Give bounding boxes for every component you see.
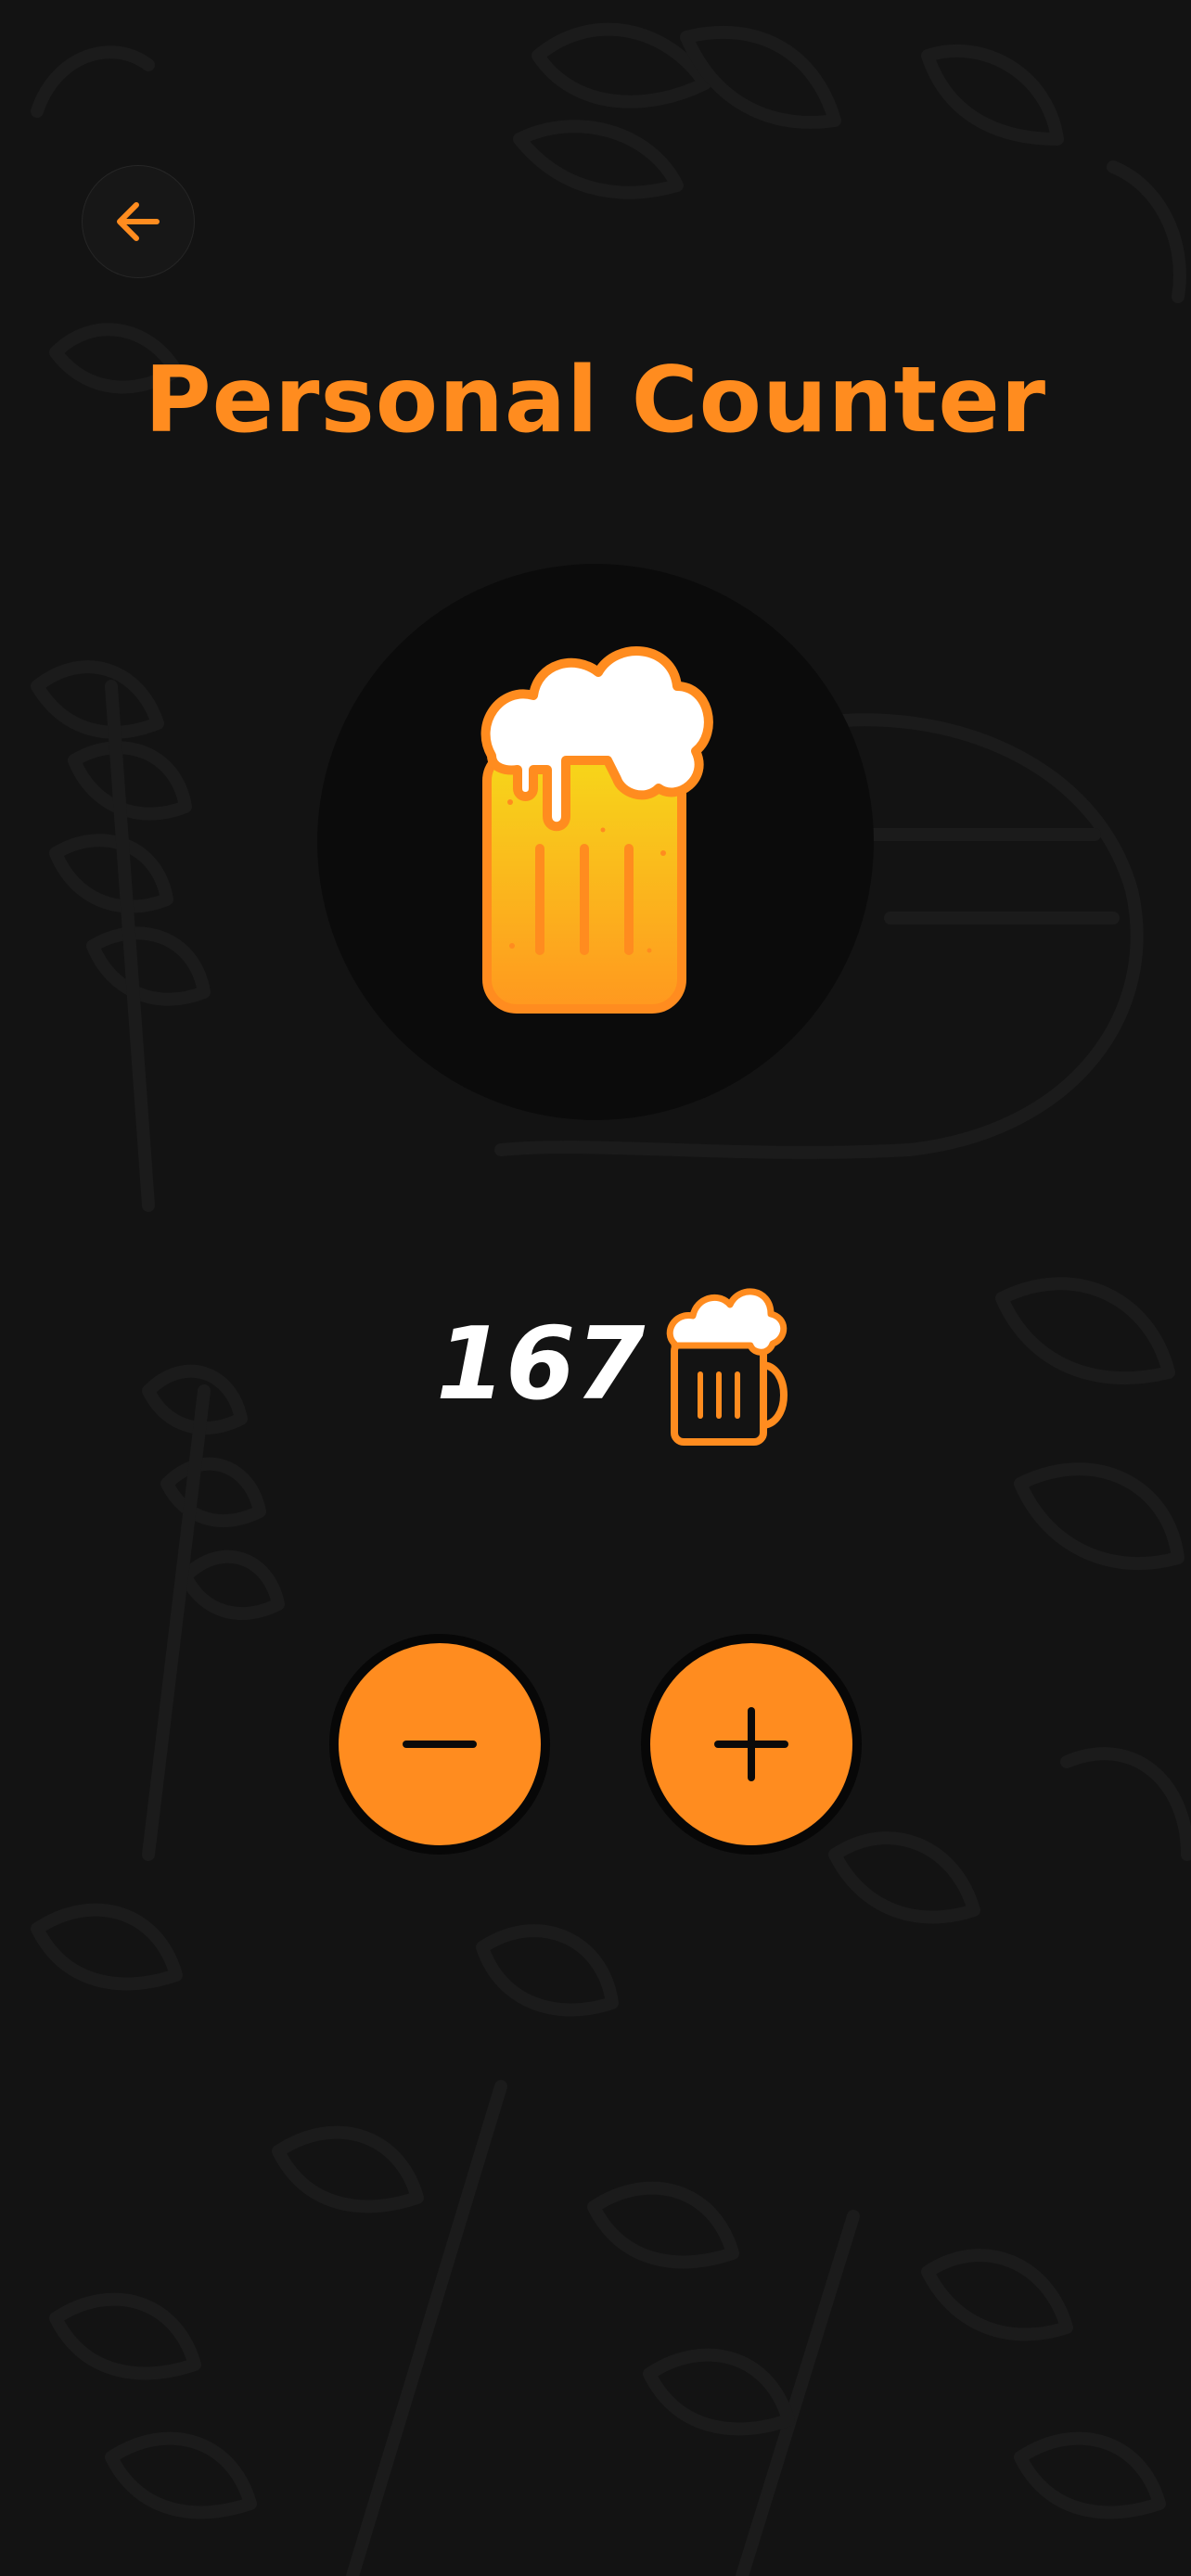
beer-glass-icon bbox=[480, 646, 713, 1014]
arrow-left-icon bbox=[117, 202, 160, 241]
increment-button[interactable] bbox=[641, 1634, 862, 1855]
decrement-button[interactable] bbox=[329, 1634, 550, 1855]
page-title: Personal Counter bbox=[144, 348, 1047, 453]
count-value: 167 bbox=[436, 1307, 646, 1422]
minus-icon bbox=[403, 1741, 477, 1748]
beer-mug-icon bbox=[667, 1288, 788, 1446]
beer-count: 167 bbox=[436, 1272, 791, 1458]
plus-icon bbox=[714, 1707, 788, 1781]
back-button[interactable] bbox=[83, 166, 194, 277]
